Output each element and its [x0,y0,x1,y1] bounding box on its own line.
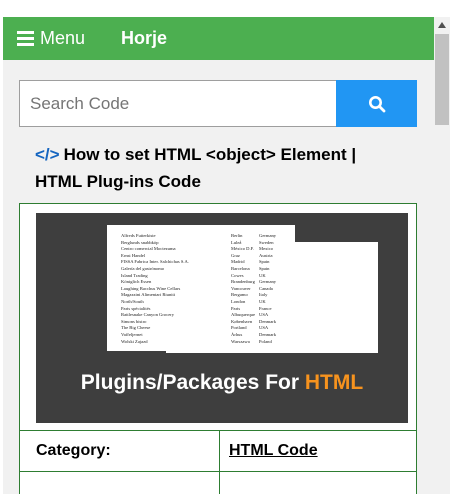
category-row: Category: HTML Code [20,431,416,472]
search-button[interactable] [336,80,417,127]
thumbnail-doc-cell: Ernst Handel [121,252,146,258]
category-link[interactable]: HTML Code [229,442,318,460]
thumbnail-doc-cell: The Big Cheese [121,325,151,331]
thumbnail-doc-cell: Austria [259,252,273,258]
thumbnail-doc-cell: Madrid [231,259,245,265]
thumbnail-caption-accent: HTML [304,371,364,394]
search-input[interactable] [19,80,336,127]
table-row [20,472,416,494]
thumbnail-doc-cell: Denmark [259,318,277,324]
thumbnail-doc-cell: UK [259,299,266,304]
thumbnail-doc-cell: Barcelona [231,266,250,271]
thumbnail-doc-cell: Italy [259,292,268,298]
thumbnail-doc-cell: Vaffeljernet [121,332,143,337]
thumbnail-doc-cell: Germany [259,233,277,238]
search-icon [368,95,385,112]
thumbnail-doc-cell: Graz [231,252,240,258]
thumbnail-doc-cell: France [259,305,272,311]
thumbnail-doc-cell: Galería del gastrónomo [121,266,165,271]
thumbnail-doc-cell: Canada [259,285,273,291]
thumbnail-caption: Plugins/Packages For HTML [36,371,408,395]
details-table: Alfreds Futterkiste Berlin Germany Berglund… [19,203,417,494]
table-cell [20,472,220,494]
thumbnail-doc-cell: Spain [259,259,270,265]
thumbnail-doc-cell: Poland [259,338,272,344]
thumbnail-doc-cell: Sweden [259,239,274,245]
thumbnail-doc-cell: Laughing Bacchus Wine Cellars [121,285,181,291]
menu-label: Menu [40,28,86,48]
thumbnail-doc-cell: Vancouver [231,285,251,291]
thumbnail-doc-cell: København [231,318,253,324]
thumbnail-doc-cell: Århus [231,332,243,337]
thumbnail-doc-cell: Warszawa [231,338,250,344]
brand-link[interactable]: Horje [121,28,167,49]
thumbnail-doc-cell: UK [259,272,266,278]
hamburger-icon [17,31,34,46]
thumbnail-caption-main: Plugins/Packages For [80,371,305,394]
thumbnail-doc-cell: Königlich Essen [121,279,152,285]
thumbnail-image: Alfreds Futterkiste Berlin Germany Berglund… [36,213,408,423]
thumbnail-doc-cell: Cowes [231,272,244,278]
thumbnail-doc-cell: Island Trading [121,272,148,278]
thumbnail-doc-cell: Alfreds Futterkiste [121,233,156,238]
thumbnail-doc-cell: FISSA Fabrica Inter. Salchichas S.A. [121,259,190,265]
thumbnail-doc-cell: Magazzini Alimentari Riuniti [121,292,176,298]
thumbnail-doc-cell: Paris [231,305,241,311]
thumbnail-doc-cell: Denmark [259,332,277,337]
thumbnail-doc-cell: North/South [121,299,144,304]
thumbnail-doc-cell: Wolski Zajazd [121,338,148,344]
thumbnail-doc-cell: Berglunds snabbköp [121,239,159,245]
thumbnail-doc-cell: Berlin [231,233,243,238]
category-label: Category: [20,431,220,471]
top-navbar: Menu Horje [3,17,434,60]
thumbnail-doc-cell: Spain [259,266,270,271]
thumbnail-doc-cell: Mexico [259,246,274,252]
page: Menu Horje </>How to set HTML <object> E… [3,17,434,494]
thumbnail-doc-cell: Simons bistro [121,318,147,324]
thumbnail-doc-cell: Germany [259,279,277,285]
page-title-text: How to set HTML <object> Element | HTML … [35,145,357,191]
thumbnail-document: Alfreds Futterkiste Berlin Germany Berglund… [107,225,378,353]
thumbnail-doc-cell: Rattlesnake Canyon Grocery [121,312,175,318]
thumbnail-doc-cell: USA [259,325,269,331]
thumbnail-doc-cell: Brandenburg [231,279,255,285]
vertical-scrollbar[interactable] [434,17,450,494]
thumbnail-doc-cell: Bergamo [231,292,248,298]
thumbnail-cell: Alfreds Futterkiste Berlin Germany Berglund… [20,204,416,431]
thumbnail-doc-cell: USA [259,312,269,318]
thumbnail-doc-cell: México D.F. [231,246,254,252]
thumbnail-doc-cell: Albuquerque [231,312,255,318]
thumbnail-doc-cell: Luleå [231,239,242,245]
page-title: </> How to set HTML <object> Element | HT… [35,141,405,195]
scrollbar-thumb[interactable] [435,34,449,125]
thumbnail-doc-cell: Portland [231,325,247,331]
thumbnail-doc-cell: Centro comercial Moctezuma [121,246,176,252]
menu-button[interactable]: Menu [17,28,85,49]
scroll-up-arrow-icon[interactable] [434,17,450,33]
thumbnail-doc-cell: London [231,299,246,304]
thumbnail-doc-cell: Paris spécialités [121,305,151,311]
search-bar [19,80,418,129]
code-icon: </> [35,145,60,164]
